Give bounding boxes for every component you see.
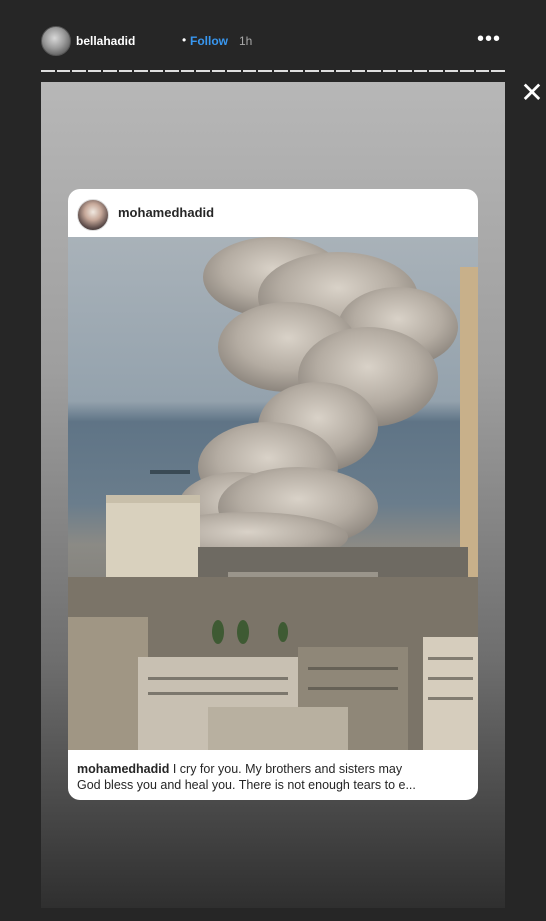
caption-text: mohamedhadid I cry for you. My brothers … xyxy=(77,761,469,793)
progress-segment xyxy=(460,70,474,72)
progress-segment xyxy=(258,70,272,72)
progress-segment xyxy=(336,70,350,72)
story-frame[interactable]: mohamedhadid mohamedhadid I cry for you.… xyxy=(41,82,505,908)
progress-segment xyxy=(180,70,195,72)
progress-segment xyxy=(491,70,505,72)
progress-segment xyxy=(56,70,71,72)
post-avatar[interactable] xyxy=(77,199,109,231)
progress-segment xyxy=(444,70,459,72)
progress-segment xyxy=(398,70,412,72)
progress-segment xyxy=(227,70,241,72)
separator-dot: • xyxy=(182,33,187,47)
follow-button[interactable]: Follow xyxy=(190,34,228,48)
progress-segment xyxy=(41,70,55,72)
caption-line-2: God bless you and heal you. There is not… xyxy=(77,778,416,792)
progress-segment xyxy=(320,70,335,72)
shared-post-card[interactable]: mohamedhadid mohamedhadid I cry for you.… xyxy=(68,189,478,800)
progress-segment xyxy=(289,70,304,72)
progress-segment xyxy=(367,70,381,72)
caption-line-1: I cry for you. My brothers and sisters m… xyxy=(169,762,403,776)
progress-segment xyxy=(165,70,179,72)
progress-segment xyxy=(351,70,366,72)
progress-segment xyxy=(413,70,428,72)
story-username[interactable]: bellahadid xyxy=(76,34,135,48)
progress-segment xyxy=(103,70,117,72)
post-username[interactable]: mohamedhadid xyxy=(118,205,214,220)
progress-segment xyxy=(134,70,148,72)
post-header: mohamedhadid xyxy=(68,189,478,237)
progress-segment xyxy=(196,70,210,72)
progress-segment xyxy=(429,70,443,72)
progress-segment xyxy=(118,70,133,72)
progress-segment xyxy=(72,70,86,72)
story-header: bellahadid • Follow 1h ••• xyxy=(41,26,505,58)
avatar[interactable] xyxy=(41,26,71,56)
post-time: 1h xyxy=(239,34,253,48)
progress-segment xyxy=(211,70,226,72)
post-image xyxy=(68,237,478,750)
progress-segment xyxy=(475,70,490,72)
close-icon[interactable]: ✕ xyxy=(519,79,545,107)
progress-segment xyxy=(242,70,257,72)
caption-username[interactable]: mohamedhadid xyxy=(77,762,169,776)
post-caption: mohamedhadid I cry for you. My brothers … xyxy=(68,750,478,800)
progress-segment xyxy=(149,70,164,72)
progress-segment xyxy=(382,70,397,72)
story-progress-bar xyxy=(41,70,505,72)
more-options-icon[interactable]: ••• xyxy=(477,28,501,51)
progress-segment xyxy=(305,70,319,72)
progress-segment xyxy=(273,70,288,72)
progress-segment xyxy=(87,70,102,72)
